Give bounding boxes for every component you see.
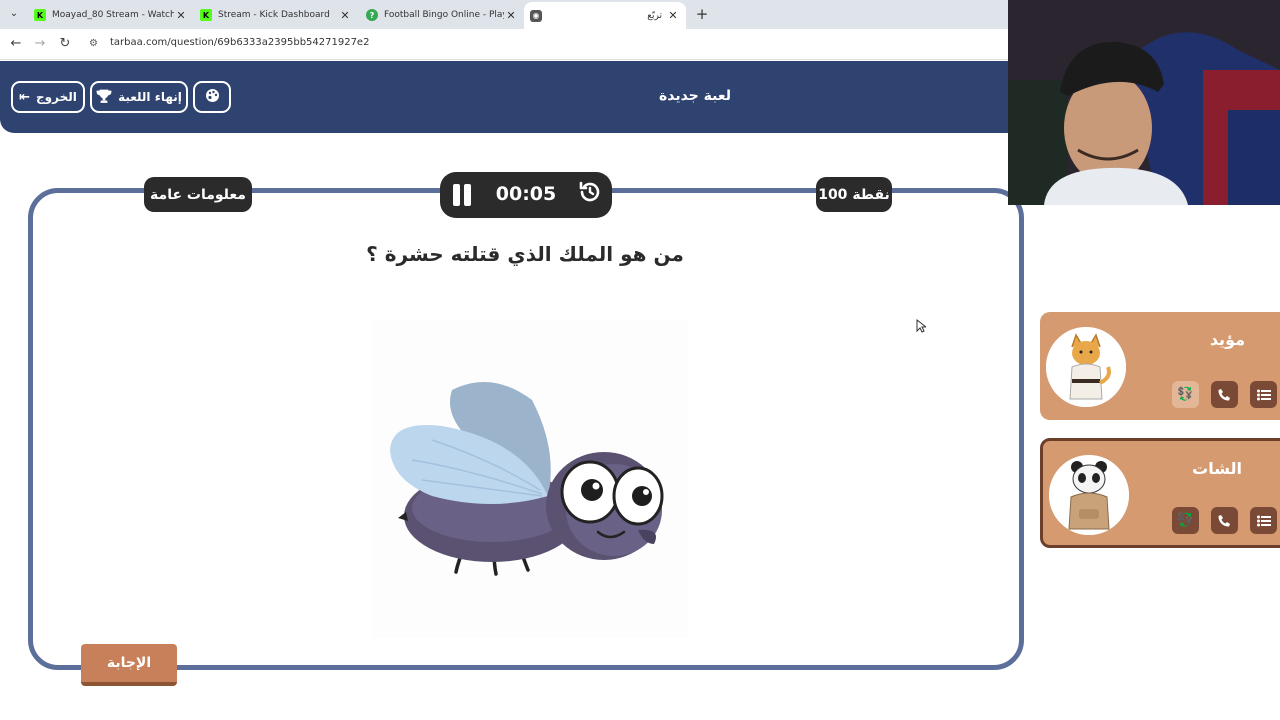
show-answer-button[interactable]: الإجابة <box>81 644 177 686</box>
kick-icon: K <box>200 9 212 21</box>
timer: 00:05 <box>440 172 612 218</box>
points-badge: 100 نقطة <box>816 177 892 212</box>
pause-icon[interactable] <box>452 184 472 206</box>
palette-icon <box>205 88 220 106</box>
list-icon[interactable] <box>1250 381 1277 408</box>
fly-illustration-icon <box>372 320 688 638</box>
team-name: مؤيد <box>1209 330 1245 349</box>
swap-money-icon[interactable]: 💱 <box>1172 381 1199 408</box>
url-field[interactable]: tarbaa.com/question/69b6333a2395bb542719… <box>110 37 369 48</box>
exit-button[interactable]: ⇤ الخروج <box>11 81 85 113</box>
team-name: الشات <box>1192 459 1242 478</box>
close-tab-icon[interactable]: ✕ <box>338 9 352 22</box>
swap-money-icon[interactable]: 💱 <box>1172 507 1199 534</box>
category-badge: معلومات عامة <box>144 177 252 212</box>
football-icon: ? <box>366 9 378 21</box>
close-tab-icon[interactable]: ✕ <box>174 9 188 22</box>
kick-icon: K <box>34 9 46 21</box>
new-tab-button[interactable]: + <box>694 5 710 23</box>
browser-tab-football-bingo[interactable]: ? Football Bingo Online - Play No ✕ <box>366 4 518 26</box>
theme-button[interactable] <box>193 81 231 113</box>
end-game-button[interactable]: إنهاء اللعبة <box>90 81 188 113</box>
cat-avatar-icon <box>1046 327 1126 407</box>
browser-tab-kick-dashboard[interactable]: K Stream - Kick Dashboard ✕ <box>200 4 352 26</box>
trophy-icon <box>96 89 112 106</box>
app-header: ⇤ الخروج إنهاء اللعبة لعبة جديدة <box>0 61 1008 133</box>
reset-timer-icon[interactable] <box>576 180 604 208</box>
forward-icon[interactable]: → <box>32 36 48 52</box>
panda-avatar-icon <box>1049 455 1129 535</box>
mouse-cursor-icon <box>916 318 928 333</box>
browser-tab-kick-stream[interactable]: K Moayad_80 Stream - Watch Live ✕ <box>34 4 188 26</box>
call-icon[interactable] <box>1211 381 1238 408</box>
tarbaa-icon: ◉ <box>530 9 542 22</box>
close-tab-icon[interactable]: ✕ <box>504 9 518 22</box>
tab-search-icon[interactable]: ⌄ <box>6 6 22 22</box>
new-game-button[interactable]: لعبة جديدة <box>600 88 790 104</box>
timer-value: 00:05 <box>495 183 557 205</box>
team-card-moayad: مؤيد 💱 <box>1040 312 1280 420</box>
address-bar: ← → ↻ ⚙ tarbaa.com/question/69b6333a2395… <box>0 29 1008 60</box>
back-icon[interactable]: ← <box>8 36 24 52</box>
site-settings-icon[interactable]: ⚙ <box>89 38 101 50</box>
close-tab-icon[interactable]: ✕ <box>666 9 680 22</box>
call-icon[interactable] <box>1211 507 1238 534</box>
list-icon[interactable] <box>1250 507 1277 534</box>
webcam-overlay <box>1008 0 1280 205</box>
question-text: من هو الملك الذي قتلته حشرة ؟ <box>366 242 684 266</box>
browser-tab-tarbaa[interactable]: ◉ تربّع ✕ <box>524 2 686 29</box>
screen: ⌄ K Moayad_80 Stream - Watch Live ✕ K St… <box>0 0 1280 720</box>
reload-icon[interactable]: ↻ <box>57 36 73 52</box>
team-card-chat: الشات 💱 <box>1040 438 1280 548</box>
logout-icon: ⇤ <box>19 89 31 105</box>
